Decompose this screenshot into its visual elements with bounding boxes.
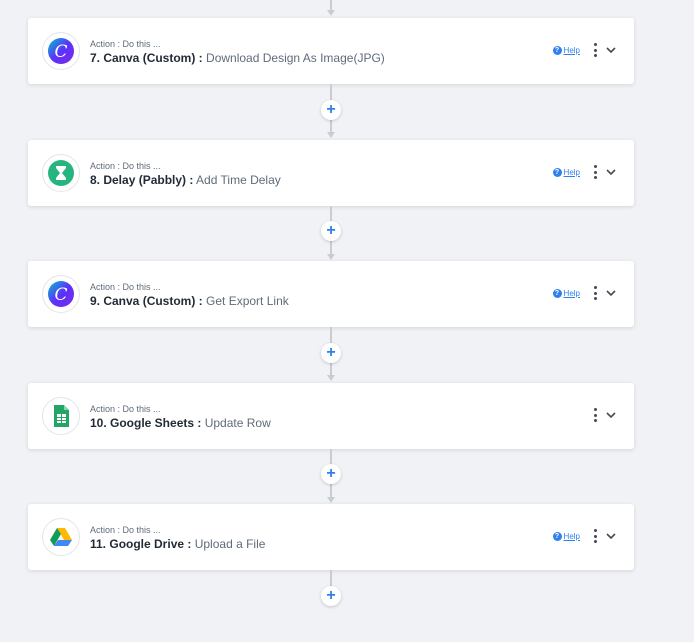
question-icon: ?: [552, 45, 562, 55]
more-options-icon[interactable]: [592, 165, 598, 179]
help-link[interactable]: ? Help: [552, 531, 580, 541]
step-title: 10. Google Sheets :: [90, 416, 202, 430]
step-card-9[interactable]: C Action : Do this ... 9. Canva (Custom)…: [28, 261, 634, 327]
action-caption: Action : Do this ...: [90, 404, 161, 414]
google-drive-icon: [42, 518, 80, 556]
more-options-icon[interactable]: [592, 43, 598, 57]
action-caption: Action : Do this ...: [90, 525, 161, 535]
chevron-down-icon[interactable]: [604, 529, 618, 543]
question-icon: ?: [552, 167, 562, 177]
add-step-button[interactable]: +: [321, 586, 341, 606]
step-card-11[interactable]: Action : Do this ... 11. Google Drive : …: [28, 504, 634, 570]
google-sheets-icon: [42, 397, 80, 435]
step-description: Update Row: [204, 416, 271, 430]
step-title: 7. Canva (Custom) :: [90, 51, 203, 65]
action-caption: Action : Do this ...: [90, 161, 161, 171]
more-options-icon[interactable]: [592, 408, 598, 422]
action-caption: Action : Do this ...: [90, 282, 161, 292]
action-caption: Action : Do this ...: [90, 39, 161, 49]
connector-arrow: [327, 375, 335, 381]
step-title: 11. Google Drive :: [90, 537, 192, 551]
canva-icon: C: [42, 32, 80, 70]
step-title: 8. Delay (Pabbly) :: [90, 173, 194, 187]
hourglass-delay-icon: [42, 154, 80, 192]
workflow-canvas: C Action : Do this ... 7. Canva (Custom)…: [0, 0, 694, 642]
more-options-icon[interactable]: [592, 529, 598, 543]
help-label: Help: [563, 531, 580, 541]
step-description: Download Design As Image(JPG): [206, 51, 385, 65]
svg-text:C: C: [54, 42, 67, 62]
step-description: Upload a File: [194, 537, 266, 551]
question-icon: ?: [552, 531, 562, 541]
step-card-8[interactable]: Action : Do this ... 8. Delay (Pabbly) :…: [28, 140, 634, 206]
connector-arrow: [327, 132, 335, 138]
chevron-down-icon[interactable]: [604, 286, 618, 300]
question-icon: ?: [552, 288, 562, 298]
chevron-down-icon[interactable]: [604, 408, 618, 422]
canva-icon: C: [42, 275, 80, 313]
help-label: Help: [563, 288, 580, 298]
more-options-icon[interactable]: [592, 286, 598, 300]
help-link[interactable]: ? Help: [552, 167, 580, 177]
step-card-7[interactable]: C Action : Do this ... 7. Canva (Custom)…: [28, 18, 634, 84]
help-link[interactable]: ? Help: [552, 288, 580, 298]
connector-arrow: [327, 254, 335, 260]
step-description: Add Time Delay: [196, 173, 281, 187]
help-link[interactable]: ? Help: [552, 45, 580, 55]
step-title: 9. Canva (Custom) :: [90, 294, 203, 308]
add-step-button[interactable]: +: [321, 464, 341, 484]
step-card-10[interactable]: Action : Do this ... 10. Google Sheets :…: [28, 383, 634, 449]
chevron-down-icon[interactable]: [604, 43, 618, 57]
connector-arrow: [327, 497, 335, 503]
step-description: Get Export Link: [206, 294, 289, 308]
add-step-button[interactable]: +: [321, 343, 341, 363]
help-label: Help: [563, 167, 580, 177]
add-step-button[interactable]: +: [321, 100, 341, 120]
chevron-down-icon[interactable]: [604, 165, 618, 179]
add-step-button[interactable]: +: [321, 221, 341, 241]
help-label: Help: [563, 45, 580, 55]
svg-text:C: C: [54, 285, 67, 305]
connector-arrow: [327, 10, 335, 16]
